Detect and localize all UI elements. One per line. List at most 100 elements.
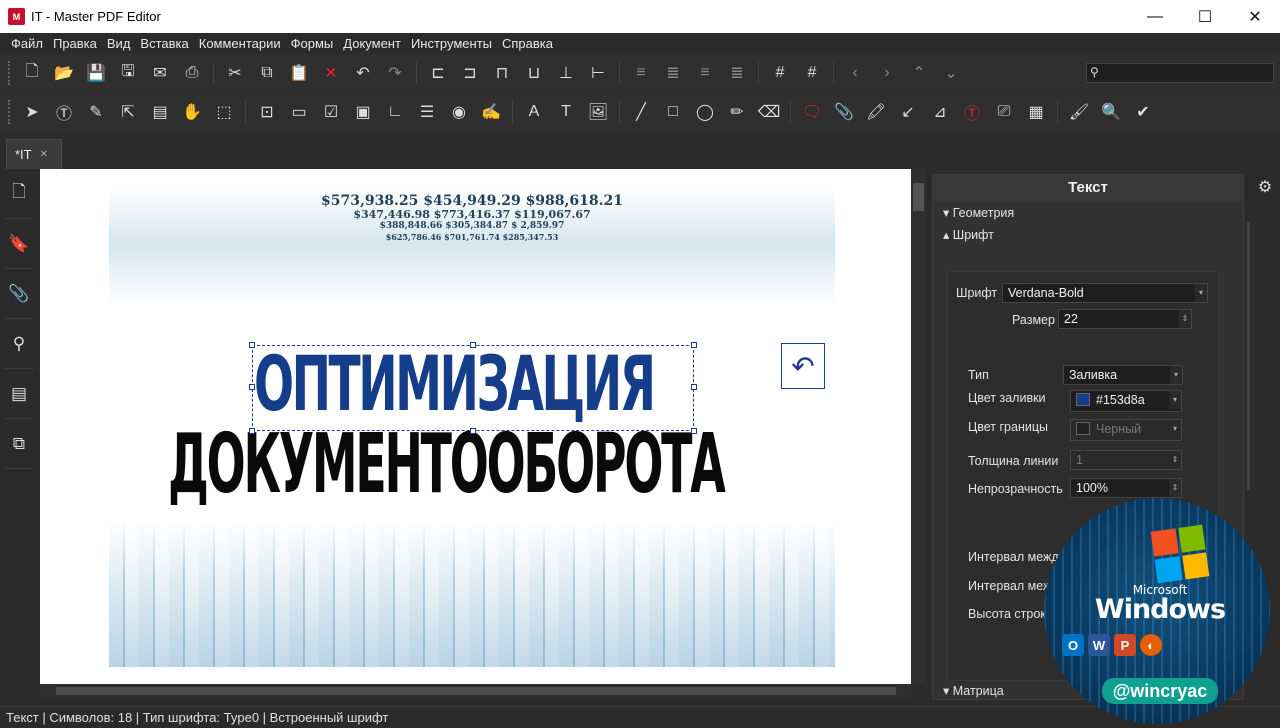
- border-color-select[interactable]: Черный ▾: [1070, 419, 1182, 441]
- line-icon[interactable]: ╱: [628, 99, 654, 125]
- magnifier-icon[interactable]: 🔍: [1098, 99, 1124, 125]
- edit-forms-icon[interactable]: ⇱: [115, 99, 141, 125]
- rotate-handle-icon[interactable]: ↶: [781, 343, 825, 389]
- hand-tool-icon[interactable]: ✋: [179, 99, 205, 125]
- text-select-icon[interactable]: Ⓣ: [51, 99, 77, 125]
- align-center-v-icon[interactable]: ⊢: [585, 60, 611, 86]
- selection-box[interactable]: [249, 342, 697, 434]
- menu-help[interactable]: Справка: [502, 36, 553, 51]
- resize-handle[interactable]: [691, 342, 697, 348]
- align-center-h-icon[interactable]: ⊥: [553, 60, 579, 86]
- menu-file[interactable]: Файл: [11, 36, 43, 51]
- email-icon[interactable]: ✉: [147, 60, 173, 86]
- select-arrow-icon[interactable]: ➤: [19, 99, 45, 125]
- resize-handle[interactable]: [470, 342, 476, 348]
- resize-handle[interactable]: [691, 428, 697, 434]
- delete-icon[interactable]: ✕: [318, 60, 344, 86]
- align-right-icon[interactable]: ⊐: [457, 60, 483, 86]
- attachments-icon[interactable]: 📎: [4, 269, 34, 319]
- document-page[interactable]: $573,938.25 $454,949.29 $988,618.21 $347…: [40, 169, 911, 684]
- bookmarks-icon[interactable]: 🔖: [4, 219, 34, 269]
- menu-view[interactable]: Вид: [107, 36, 131, 51]
- resize-handle[interactable]: [249, 384, 255, 390]
- distribute-4-icon[interactable]: ≣: [724, 60, 750, 86]
- horizontal-scrollbar[interactable]: [40, 684, 911, 698]
- new-file-icon[interactable]: 🗋: [19, 60, 45, 86]
- highlight-icon[interactable]: 🖍: [863, 99, 889, 125]
- rectangle-icon[interactable]: □: [660, 99, 686, 125]
- radio-icon[interactable]: ◉: [446, 99, 472, 125]
- distribute-2-icon[interactable]: ≣: [660, 60, 686, 86]
- tab-document[interactable]: *IT ✕: [6, 139, 62, 169]
- resize-handle[interactable]: [691, 384, 697, 390]
- align-bottom-icon[interactable]: ⊔: [521, 60, 547, 86]
- attach-icon[interactable]: 📎: [831, 99, 857, 125]
- list-icon[interactable]: ☰: [414, 99, 440, 125]
- comment-icon[interactable]: 🗨: [799, 99, 825, 125]
- headline-document-flow[interactable]: ДОКУМЕНТООБОРОТА: [168, 424, 726, 506]
- distribute-3-icon[interactable]: ≡: [692, 60, 718, 86]
- signature-field-icon[interactable]: ✍: [478, 99, 504, 125]
- grid-icon[interactable]: #: [767, 60, 793, 86]
- type-select[interactable]: Заливка ▾: [1063, 365, 1183, 385]
- menu-insert[interactable]: Вставка: [140, 36, 188, 51]
- stamp-icon[interactable]: ⎚: [991, 99, 1017, 125]
- fill-color-select[interactable]: #153d8a ▾: [1070, 390, 1182, 412]
- thumbnails-icon[interactable]: ⧉: [4, 419, 34, 469]
- paste-icon[interactable]: 📋: [286, 60, 312, 86]
- opacity-field[interactable]: 100% ⇕: [1070, 478, 1182, 498]
- text-field-icon[interactable]: ⊡: [254, 99, 280, 125]
- next-page-icon[interactable]: ›: [874, 60, 900, 86]
- resize-handle[interactable]: [249, 342, 255, 348]
- toolbar-grip[interactable]: [8, 61, 12, 85]
- button-field-icon[interactable]: ▭: [286, 99, 312, 125]
- menu-comments[interactable]: Комментарии: [199, 36, 281, 51]
- resize-handle[interactable]: [249, 428, 255, 434]
- cut-icon[interactable]: ✂: [222, 60, 248, 86]
- distribute-1-icon[interactable]: ≡: [628, 60, 654, 86]
- search-panel-icon[interactable]: ⚲: [4, 319, 34, 369]
- prev-page-icon[interactable]: ‹: [842, 60, 868, 86]
- add-text-red-icon[interactable]: A: [521, 99, 547, 125]
- tab-close-icon[interactable]: ✕: [40, 149, 48, 160]
- polygon-icon[interactable]: ⊿: [927, 99, 953, 125]
- brush-icon[interactable]: 🖌: [1066, 99, 1092, 125]
- pencil-icon[interactable]: ✏: [724, 99, 750, 125]
- save-icon[interactable]: 💾: [83, 60, 109, 86]
- toolbar-grip[interactable]: [8, 100, 12, 124]
- section-font[interactable]: ▴ Шрифт: [943, 227, 994, 242]
- eraser-icon[interactable]: ⌫: [756, 99, 782, 125]
- resize-handle[interactable]: [470, 428, 476, 434]
- align-left-icon[interactable]: ⊏: [425, 60, 451, 86]
- menu-forms[interactable]: Формы: [291, 36, 334, 51]
- last-page-icon[interactable]: ⌄: [938, 60, 964, 86]
- section-geometry[interactable]: ▾ Геометрия: [943, 205, 1014, 220]
- align-top-icon[interactable]: ⊓: [489, 60, 515, 86]
- search-input[interactable]: [1086, 63, 1274, 83]
- print-icon[interactable]: ⎙: [179, 60, 205, 86]
- maximize-button[interactable]: ☐: [1180, 0, 1230, 33]
- save-as-icon[interactable]: 🖫: [115, 60, 141, 86]
- vertical-scrollbar[interactable]: [911, 169, 926, 684]
- section-matrix[interactable]: ▾ Матрица: [943, 683, 1004, 698]
- combobox-icon[interactable]: ▣: [350, 99, 376, 125]
- layers-icon[interactable]: ▤: [4, 369, 34, 419]
- crop-icon[interactable]: ⬚: [211, 99, 237, 125]
- add-text-icon[interactable]: T: [553, 99, 579, 125]
- snap-grid-icon[interactable]: #: [799, 60, 825, 86]
- form-fields-icon[interactable]: ▤: [147, 99, 173, 125]
- listbox-icon[interactable]: ∟: [382, 99, 408, 125]
- text-box-icon[interactable]: Ⓣ: [959, 99, 985, 125]
- minimize-button[interactable]: —: [1130, 0, 1180, 33]
- close-window-button[interactable]: ✕: [1230, 0, 1280, 33]
- edit-object-icon[interactable]: ✎: [83, 99, 109, 125]
- ellipse-icon[interactable]: ◯: [692, 99, 718, 125]
- first-page-icon[interactable]: ⌃: [906, 60, 932, 86]
- checkmark-icon[interactable]: ✔: [1130, 99, 1156, 125]
- redo-icon[interactable]: ↷: [382, 60, 408, 86]
- checkbox-icon[interactable]: ☑: [318, 99, 344, 125]
- pages-icon[interactable]: 🗋: [4, 169, 34, 219]
- properties-toggle-icon[interactable]: ⚙: [1250, 169, 1280, 205]
- menu-tools[interactable]: Инструменты: [411, 36, 492, 51]
- open-folder-icon[interactable]: 📂: [51, 60, 77, 86]
